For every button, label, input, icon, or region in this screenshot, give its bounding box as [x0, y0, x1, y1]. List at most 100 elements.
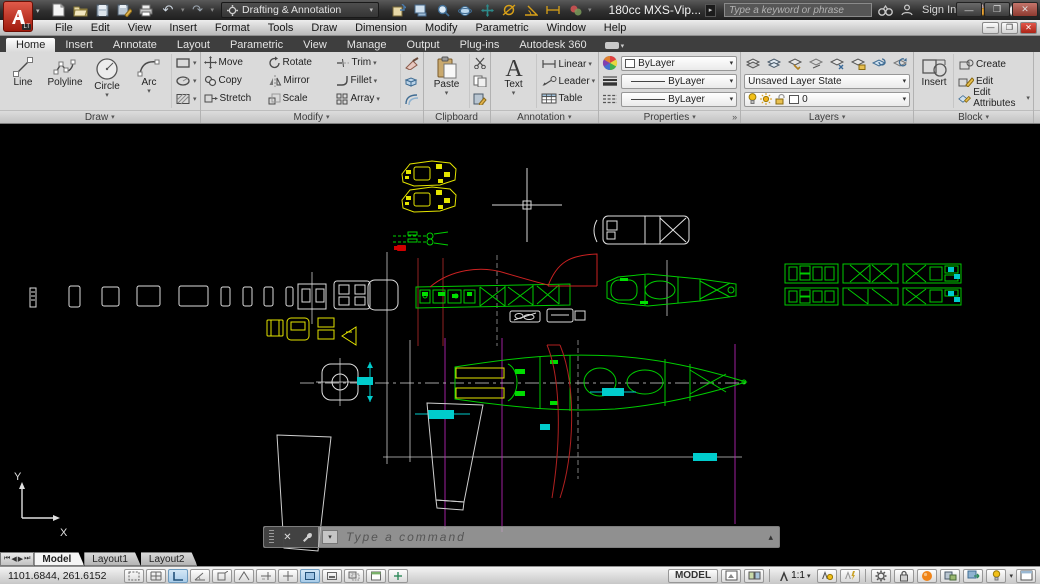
- panel-title-annotation[interactable]: Annotation▾: [491, 110, 599, 123]
- command-drag-handle[interactable]: [269, 530, 274, 544]
- arc-dropdown-icon[interactable]: ▾: [147, 88, 151, 95]
- pan-icon[interactable]: [477, 2, 497, 19]
- workspace-dropdown[interactable]: Drafting & Annotation ▾: [221, 2, 379, 18]
- object-snap-toggle[interactable]: [212, 569, 232, 583]
- lineweight-display-toggle[interactable]: [322, 569, 342, 583]
- command-line[interactable]: ✕ ▾ ▴: [263, 526, 780, 548]
- layer-freeze-icon[interactable]: [828, 55, 847, 71]
- next-tab-icon[interactable]: ▶: [18, 555, 23, 563]
- quick-view-drawings-button[interactable]: [744, 569, 764, 583]
- quick-properties-toggle[interactable]: [366, 569, 386, 583]
- color-dropdown[interactable]: ByLayer▾: [621, 56, 737, 71]
- menu-draw[interactable]: Draw: [302, 22, 346, 34]
- hardware-acceleration-button[interactable]: [963, 569, 983, 583]
- rotate-button[interactable]: Rotate: [268, 54, 334, 71]
- quick-view-layouts-button[interactable]: [721, 569, 741, 583]
- orbit-icon[interactable]: [455, 2, 475, 19]
- offset-button[interactable]: [404, 91, 420, 108]
- app-menu-arrow-icon[interactable]: ▾: [36, 7, 40, 15]
- ribbon-tab-annotate[interactable]: Annotate: [103, 38, 167, 52]
- status-bulb-icon[interactable]: [986, 569, 1006, 583]
- annotation-autoscale-button[interactable]: [840, 569, 860, 583]
- copy-button[interactable]: Copy: [204, 72, 266, 89]
- explode-button[interactable]: [404, 73, 420, 90]
- object-color-icon[interactable]: [602, 55, 618, 71]
- ribbon-tab-manage[interactable]: Manage: [337, 38, 397, 52]
- menu-window[interactable]: Window: [538, 22, 595, 34]
- linetype-icon[interactable]: [602, 93, 618, 105]
- paste-special-button[interactable]: [473, 91, 487, 108]
- menu-dimension[interactable]: Dimension: [346, 22, 416, 34]
- panel-title-properties[interactable]: Properties▾»: [599, 110, 740, 123]
- isolate-objects-button[interactable]: [940, 569, 960, 583]
- annotation-visibility-button[interactable]: [817, 569, 837, 583]
- panel-title-layers[interactable]: Layers▾: [741, 110, 913, 123]
- lineweight-dropdown[interactable]: ByLayer▾: [621, 74, 737, 89]
- tab-layout1[interactable]: Layout1: [84, 552, 141, 566]
- panel-title-draw[interactable]: Draw▾: [0, 110, 200, 123]
- polar-tracking-toggle[interactable]: [190, 569, 210, 583]
- mirror-button[interactable]: Mirror: [268, 72, 334, 89]
- drawing-minimize-button[interactable]: —: [982, 22, 999, 34]
- ribbon-tab-output[interactable]: Output: [397, 38, 450, 52]
- last-tab-icon[interactable]: ⏭: [24, 555, 30, 563]
- layer-dropdown[interactable]: 0 ▾: [744, 92, 910, 107]
- menu-parametric[interactable]: Parametric: [466, 22, 537, 34]
- text-button[interactable]: A Text ▾: [494, 54, 534, 108]
- menu-edit[interactable]: Edit: [82, 22, 119, 34]
- layer-state-dropdown[interactable]: Unsaved Layer State▾: [744, 74, 910, 89]
- autocad-logo-icon[interactable]: LT: [3, 1, 33, 32]
- model-space-button[interactable]: MODEL: [668, 569, 718, 583]
- redo-dropdown-icon[interactable]: ▾: [211, 6, 215, 14]
- trim-button[interactable]: Trim▾: [336, 54, 398, 71]
- lock-ui-button[interactable]: [894, 569, 914, 583]
- cut-button[interactable]: [473, 55, 487, 72]
- ribbon-minimize-icon[interactable]: ▾: [605, 41, 625, 52]
- array-button[interactable]: Array▾: [336, 90, 398, 107]
- open-file-icon[interactable]: [70, 2, 90, 19]
- paste-button[interactable]: Paste ▾: [427, 54, 467, 108]
- edit-attributes-button[interactable]: Edit Attributes▾: [958, 90, 1030, 107]
- transparency-toggle[interactable]: [344, 569, 364, 583]
- layer-properties-icon[interactable]: [744, 55, 763, 71]
- title-flyout-icon[interactable]: ▸: [705, 4, 716, 17]
- search-binoculars-icon[interactable]: [876, 2, 894, 18]
- save-icon[interactable]: [92, 2, 112, 19]
- circle-dropdown-icon[interactable]: ▾: [105, 92, 109, 99]
- text-dropdown-icon[interactable]: ▾: [512, 90, 516, 97]
- print-icon[interactable]: [136, 2, 156, 19]
- layer-unlock-icon[interactable]: [775, 93, 786, 105]
- snap-mode-toggle[interactable]: [146, 569, 166, 583]
- layer-lock-icon[interactable]: [849, 55, 868, 71]
- copy-clip-button[interactable]: [473, 73, 487, 90]
- lineweight-icon[interactable]: [602, 75, 618, 87]
- annotation-scale-button[interactable]: 1:1 ▾: [775, 569, 814, 583]
- command-close-icon[interactable]: ✕: [283, 532, 291, 543]
- ribbon-tab-view[interactable]: View: [293, 38, 337, 52]
- app-restore-button[interactable]: ❐: [984, 2, 1010, 17]
- performance-button[interactable]: [917, 569, 937, 583]
- zoom-icon[interactable]: [433, 2, 453, 19]
- leader-button[interactable]: Leader▾: [541, 73, 596, 90]
- layer-prev-icon[interactable]: [891, 55, 910, 71]
- ribbon-tab-plugins[interactable]: Plug-ins: [450, 38, 510, 52]
- scale-button[interactable]: Scale: [268, 90, 334, 107]
- linetype-dropdown[interactable]: ByLayer▾: [621, 92, 737, 107]
- sheet-set-icon[interactable]: [389, 2, 409, 19]
- status-menu-icon[interactable]: ▾: [1009, 572, 1013, 580]
- erase-button[interactable]: [404, 55, 420, 72]
- prev-tab-icon[interactable]: ◀: [11, 555, 16, 563]
- layer-isolate-icon[interactable]: [786, 55, 805, 71]
- ribbon-tab-layout[interactable]: Layout: [167, 38, 220, 52]
- drawing-canvas[interactable]: Y X ✕ ▾ ▴: [0, 124, 1040, 552]
- rectangle-button[interactable]: ▾: [175, 55, 197, 72]
- measure-distance-icon[interactable]: [499, 2, 519, 19]
- line-button[interactable]: Line: [3, 54, 43, 108]
- command-customize-wrench-icon[interactable]: [301, 531, 313, 543]
- dynamic-ucs-toggle[interactable]: [278, 569, 298, 583]
- menu-view[interactable]: View: [119, 22, 161, 34]
- properties-launcher-icon[interactable]: »: [732, 112, 737, 122]
- ellipse-button[interactable]: ▾: [175, 73, 197, 90]
- new-file-icon[interactable]: [48, 2, 68, 19]
- ribbon-tab-parametric[interactable]: Parametric: [220, 38, 293, 52]
